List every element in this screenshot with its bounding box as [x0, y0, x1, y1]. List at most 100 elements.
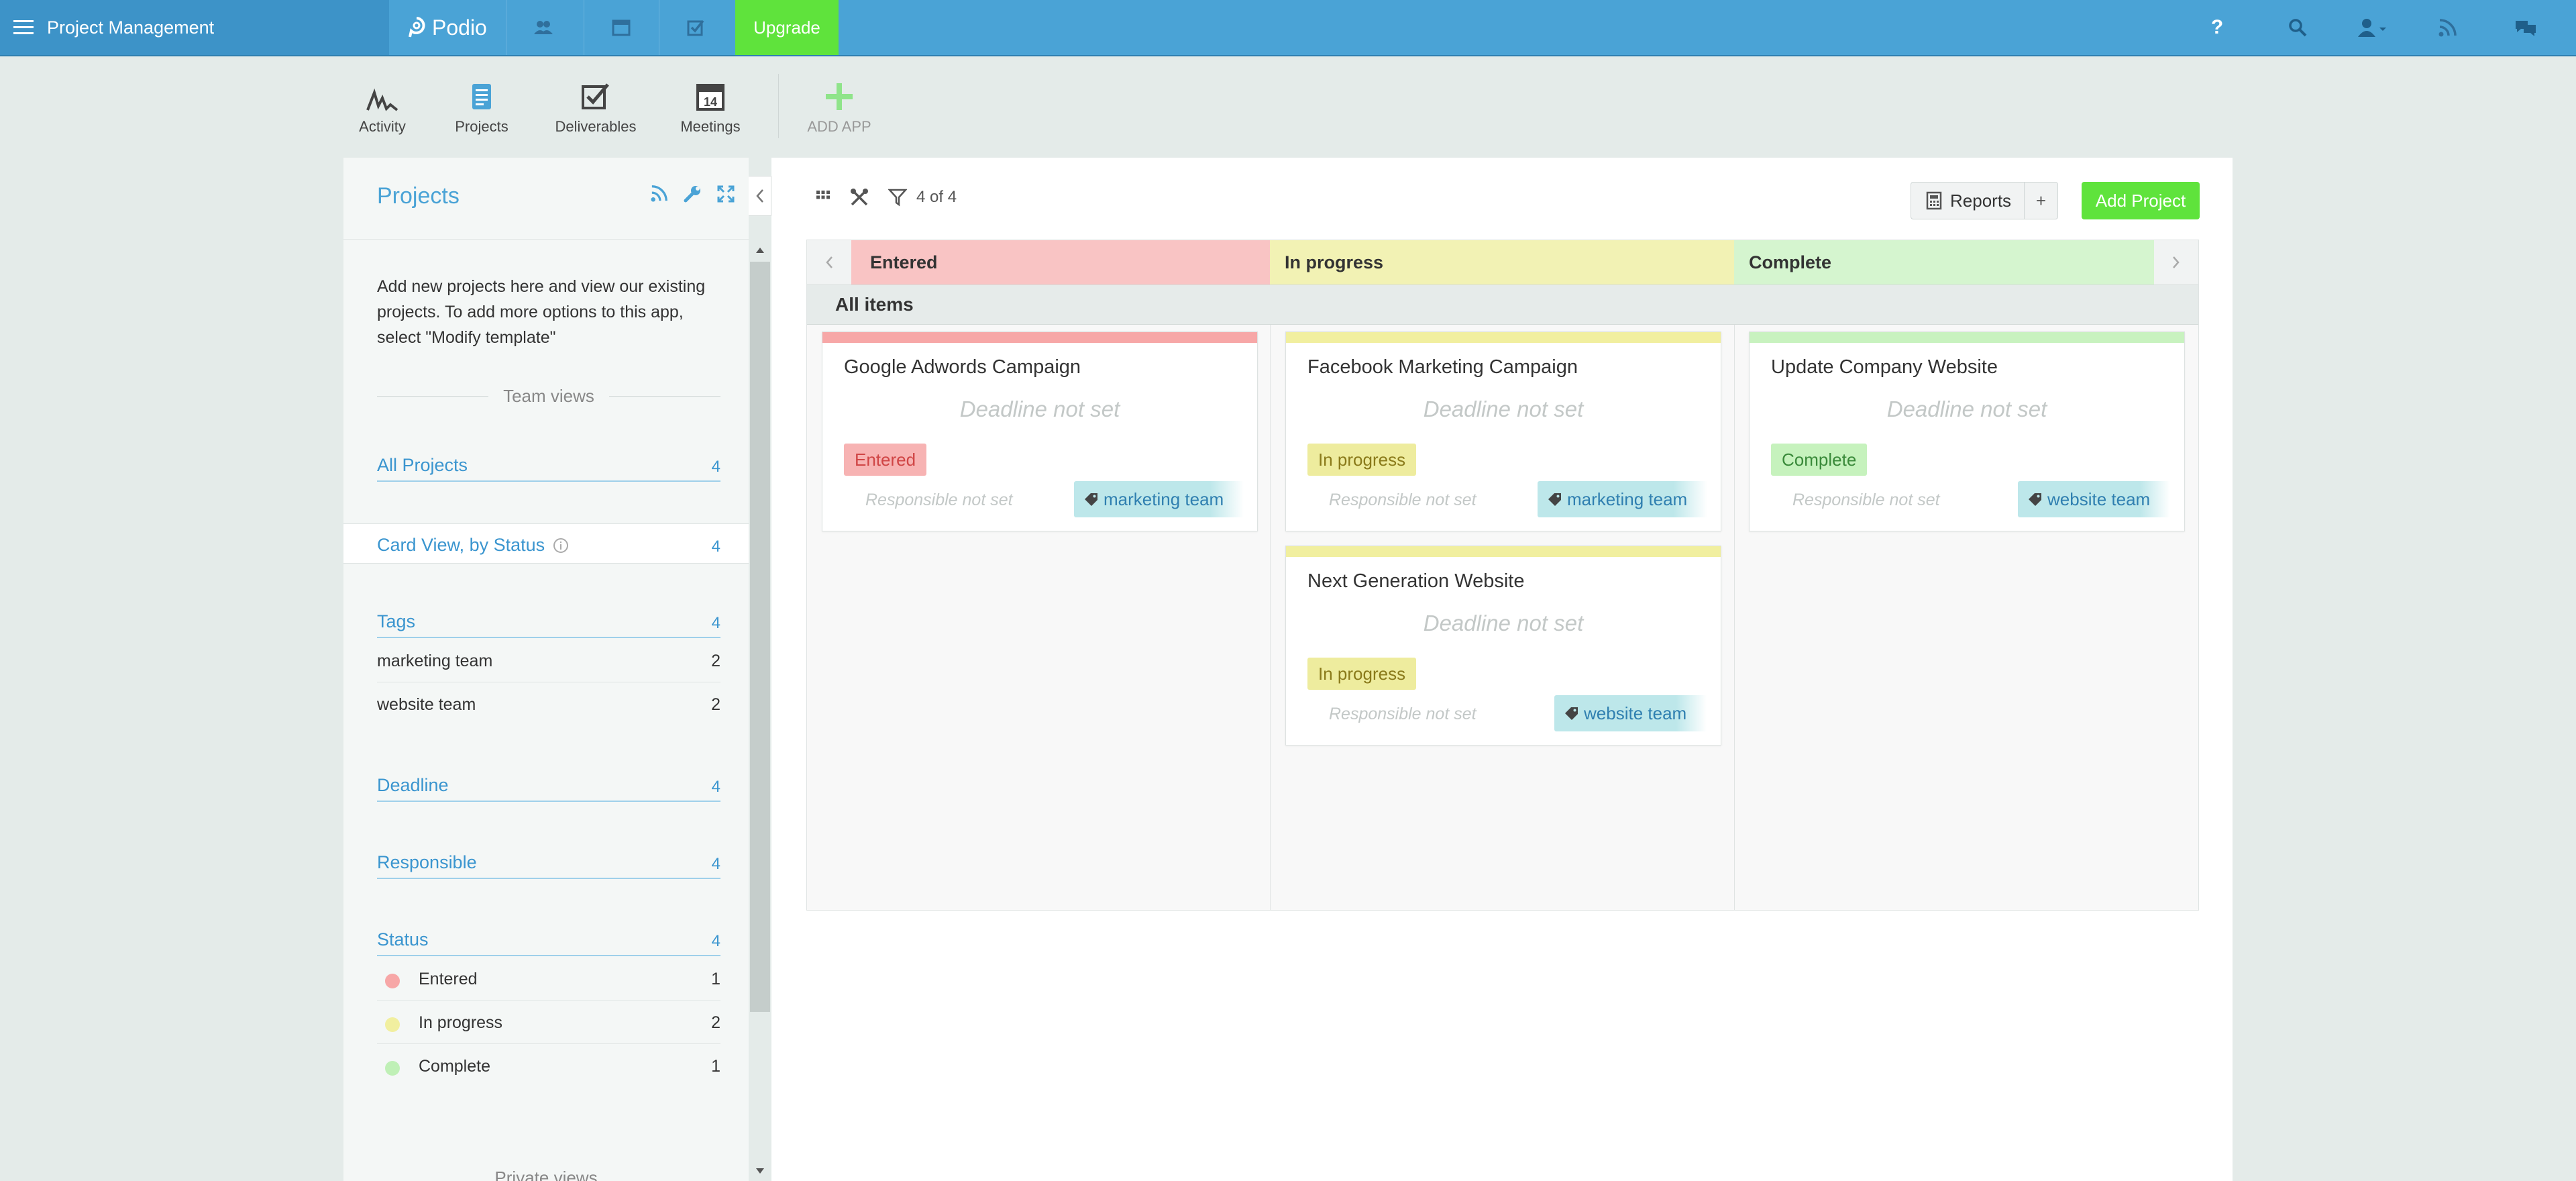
card-deadline: Deadline not set	[1423, 611, 1584, 635]
podio-logo[interactable]: Podio	[407, 0, 487, 55]
view-card-by-status[interactable]: Card View, by Status 4	[343, 523, 749, 564]
reports-button[interactable]: Reports	[1911, 183, 2024, 219]
chevron-left-icon	[755, 189, 763, 203]
chat-button[interactable]	[2489, 0, 2563, 55]
card-deadline: Deadline not set	[1886, 397, 2047, 421]
scroll-right-button[interactable]	[2154, 240, 2198, 285]
card-title[interactable]: Next Generation Website	[1307, 570, 1524, 593]
view-settings-button[interactable]	[849, 187, 869, 207]
add-app-button[interactable]: ADD APP	[792, 74, 886, 141]
card-title[interactable]: Facebook Marketing Campaign	[1307, 356, 1578, 378]
status-dot	[385, 974, 400, 988]
status-filter-entered[interactable]: Entered 1	[377, 958, 720, 1000]
status-filter-complete[interactable]: Complete 1	[377, 1045, 720, 1088]
workspace-name: Project Management	[47, 17, 215, 38]
status-badge: In progress	[1307, 444, 1417, 476]
status-stripe	[1750, 332, 2184, 343]
info-icon[interactable]	[553, 537, 569, 554]
views-sidebar: Projects Add new projects here and view …	[343, 158, 749, 1181]
sidebar-title: Projects	[377, 183, 460, 209]
help-icon: ?	[2210, 16, 2224, 38]
search-icon	[2289, 19, 2307, 37]
calendar-button[interactable]	[584, 0, 657, 55]
calendar-icon	[612, 19, 630, 36]
upgrade-button[interactable]: Upgrade	[735, 0, 839, 55]
scrollbar-thumb[interactable]	[750, 262, 770, 1012]
filter-count: 4 of 4	[916, 188, 957, 206]
card-title[interactable]: Update Company Website	[1771, 356, 1998, 378]
grid-icon	[816, 191, 830, 199]
card-responsible: Responsible not set	[865, 491, 1013, 509]
filter-deadline[interactable]: Deadline 4	[377, 775, 720, 802]
sidebar-scrollbar[interactable]	[749, 240, 771, 1181]
card-tag[interactable]: marketing team	[1538, 481, 1708, 517]
app-label: Deliverables	[555, 118, 637, 135]
card-tag[interactable]: website team	[2018, 481, 2171, 517]
funnel-icon	[888, 189, 907, 207]
tag-icon	[2029, 493, 2041, 506]
card-deadline: Deadline not set	[959, 397, 1120, 421]
app-projects[interactable]: Projects	[435, 74, 529, 141]
calculator-icon	[1926, 191, 1942, 210]
private-views-heading: Private views	[494, 1168, 598, 1181]
card-view-panel: 4 of 4 Reports + Add Project Entered In …	[771, 158, 2233, 1181]
card-responsible: Responsible not set	[1329, 705, 1477, 723]
status-dot	[385, 1017, 400, 1032]
column-header-in-progress: In progress	[1270, 240, 1734, 285]
tag-icon	[1565, 707, 1578, 720]
contacts-button[interactable]	[506, 0, 580, 55]
view-all-projects[interactable]: All Projects 4	[377, 455, 720, 482]
scroll-left-button[interactable]	[807, 240, 851, 285]
status-board: Entered In progress Complete All items G…	[806, 240, 2199, 911]
project-card[interactable]: Google Adwords Campaign Deadline not set…	[822, 331, 1258, 531]
app-description: Add new projects here and view our exist…	[377, 277, 706, 347]
scroll-down-icon[interactable]	[755, 1168, 765, 1174]
app-deliverables[interactable]: Deliverables	[549, 74, 643, 141]
tag-filter-item[interactable]: marketing team 2	[377, 639, 720, 682]
meetings-icon: 14	[696, 84, 724, 111]
status-filter-in-progress[interactable]: In progress 2	[377, 1001, 720, 1044]
help-button[interactable]: ?	[2180, 0, 2254, 55]
status-stripe	[1286, 546, 1721, 557]
expand-icon[interactable]	[716, 185, 735, 203]
project-card[interactable]: Facebook Marketing Campaign Deadline not…	[1285, 331, 1721, 531]
meetings-day: 14	[704, 95, 717, 109]
activity-icon	[366, 89, 398, 111]
card-title[interactable]: Google Adwords Campaign	[844, 356, 1081, 378]
filter-status[interactable]: Status 4	[377, 929, 720, 956]
activity-stream-button[interactable]	[2411, 0, 2485, 55]
user-icon	[2358, 19, 2386, 37]
column-divider	[1270, 325, 1271, 910]
app-label: ADD APP	[807, 118, 871, 135]
project-card[interactable]: Update Company Website Deadline not set …	[1749, 331, 2185, 531]
filter-responsible[interactable]: Responsible 4	[377, 852, 720, 879]
contacts-icon	[533, 21, 553, 34]
wrench-icon[interactable]	[683, 185, 702, 203]
workspace-switcher[interactable]: Project Management	[0, 0, 389, 55]
app-label: Projects	[455, 118, 508, 135]
app-meetings[interactable]: 14 Meetings	[663, 74, 757, 141]
chevron-left-icon	[826, 256, 833, 268]
column-divider	[1734, 325, 1735, 910]
card-deadline: Deadline not set	[1423, 397, 1584, 421]
filter-button[interactable]: 4 of 4	[888, 188, 957, 207]
filter-tags[interactable]: Tags 4	[377, 611, 720, 638]
add-project-button[interactable]: Add Project	[2082, 182, 2200, 219]
tag-filter-item[interactable]: website team 2	[377, 683, 720, 726]
search-button[interactable]	[2261, 0, 2334, 55]
scroll-up-icon[interactable]	[755, 247, 765, 254]
project-card[interactable]: Next Generation Website Deadline not set…	[1285, 546, 1721, 746]
rss-icon[interactable]	[651, 185, 668, 202]
card-tag[interactable]: marketing team	[1074, 481, 1244, 517]
card-tag[interactable]: website team	[1554, 695, 1707, 731]
collapse-sidebar-button[interactable]	[749, 176, 771, 216]
menu-icon[interactable]	[0, 0, 47, 55]
add-report-button[interactable]: +	[2024, 183, 2057, 219]
app-activity[interactable]: Activity	[335, 74, 429, 141]
column-header-entered: Entered	[851, 240, 1270, 285]
layout-toggle[interactable]	[816, 190, 830, 205]
user-menu-button[interactable]	[2336, 0, 2410, 55]
team-views-heading: Team views	[377, 386, 721, 406]
tasks-button[interactable]	[659, 0, 733, 55]
status-badge: In progress	[1307, 658, 1417, 690]
